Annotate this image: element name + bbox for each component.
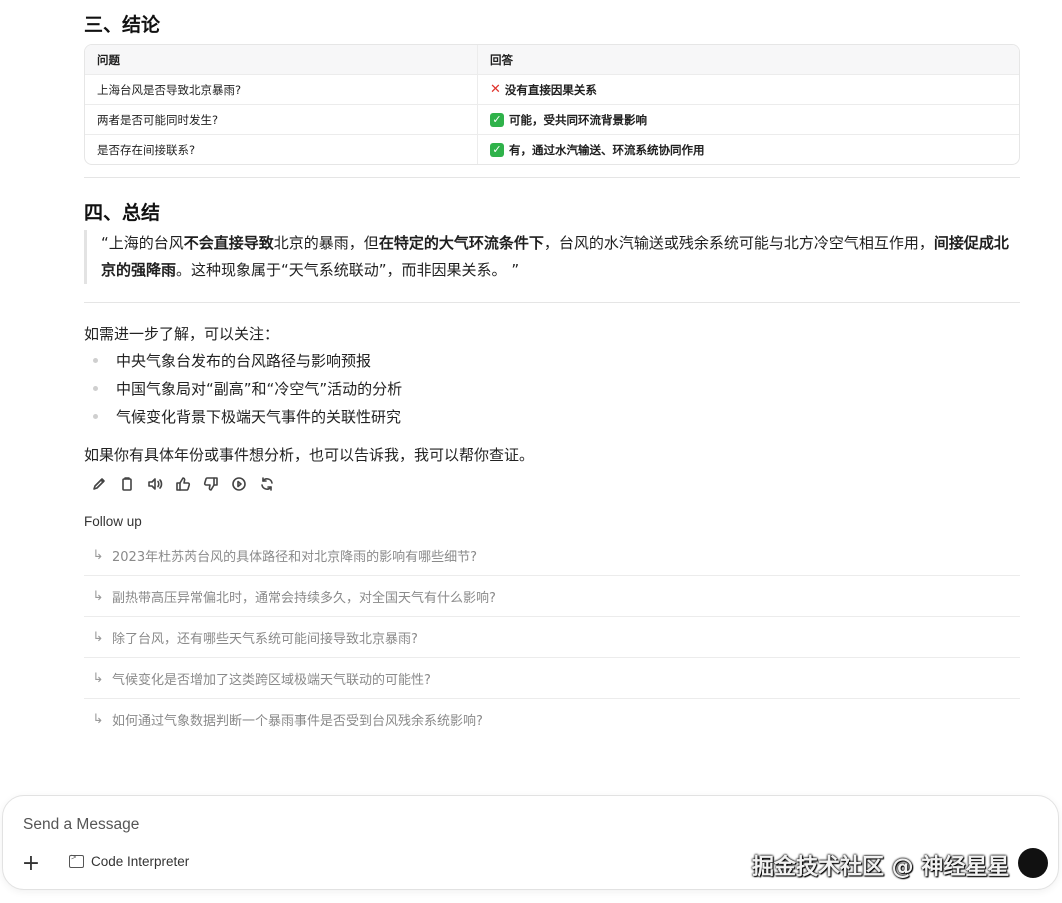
quote-bold-text: 不会直接导致 xyxy=(183,234,274,252)
list-item: 中央气象台发布的台风路径与影响预报 xyxy=(84,350,402,378)
thumbs-down-icon[interactable] xyxy=(200,473,222,495)
conclusion-table: 问题 回答 上海台风是否导致北京暴雨? ✕ 没有直接因果关系 两者是否可能同时发… xyxy=(84,44,1020,165)
table-cell-question: 是否存在间接联系? xyxy=(85,135,478,164)
summary-blockquote: “上海的台风不会直接导致北京的暴雨，但在特定的大气环流条件下，台风的水汽输送或残… xyxy=(84,230,1014,284)
cross-mark-icon: ✕ xyxy=(490,82,501,97)
table-cell-answer: ✓ 可能，受共同环流背景影响 xyxy=(478,105,1019,134)
quote-bold-text: 在特定的大气环流条件下 xyxy=(378,234,544,252)
read-aloud-icon[interactable] xyxy=(144,473,166,495)
return-arrow-icon: ↳ xyxy=(92,711,104,727)
table-row: 是否存在间接联系? ✓ 有，通过水汽输送、环流系统协同作用 xyxy=(85,135,1019,164)
section-title-summary: 四、总结 xyxy=(84,202,161,224)
followup-item[interactable]: ↳ 如何通过气象数据判断一个暴雨事件是否受到台风残余系统影响? xyxy=(84,699,1020,739)
code-interpreter-button[interactable]: Code Interpreter xyxy=(69,852,190,869)
table-header-row: 问题 回答 xyxy=(85,45,1019,75)
send-button[interactable] xyxy=(1018,848,1048,878)
return-arrow-icon: ↳ xyxy=(92,629,104,645)
table-cell-answer: ✓ 有，通过水汽输送、环流系统协同作用 xyxy=(478,135,1019,164)
section-title-conclusion: 三、结论 xyxy=(84,14,161,36)
answer-text: 可能，受共同环流背景影响 xyxy=(509,112,647,127)
table-cell-answer: ✕ 没有直接因果关系 xyxy=(478,75,1019,104)
edit-icon[interactable] xyxy=(88,473,110,495)
followup-text: 副热带高压异常偏北时，通常会持续多久，对全国天气有什么影响? xyxy=(112,590,496,606)
copy-icon[interactable] xyxy=(116,473,138,495)
followup-item[interactable]: ↳ 2023年杜苏芮台风的具体路径和对北京降雨的影响有哪些细节? xyxy=(84,535,1020,576)
regenerate-icon[interactable] xyxy=(256,473,278,495)
watermark: 掘金技术社区 @ 神经星星 xyxy=(752,855,1010,880)
message-input[interactable] xyxy=(21,812,925,838)
return-arrow-icon: ↳ xyxy=(92,588,104,604)
table-cell-question: 上海台风是否导致北京暴雨? xyxy=(85,75,478,104)
quote-text: 。这种现象属于“天气系统联动”，而非因果关系。 ” xyxy=(176,261,520,279)
answer-text: 没有直接因果关系 xyxy=(504,82,597,97)
return-arrow-icon: ↳ xyxy=(92,670,104,686)
message-actions xyxy=(88,473,278,495)
check-mark-icon: ✓ xyxy=(490,142,504,157)
list-item: 中国气象局对“副高”和“冷空气”活动的分析 xyxy=(84,378,402,406)
table-header-question: 问题 xyxy=(85,45,478,74)
return-arrow-icon: ↳ xyxy=(92,547,104,563)
followup-list: ↳ 2023年杜苏芮台风的具体路径和对北京降雨的影响有哪些细节? ↳ 副热带高压… xyxy=(84,535,1020,739)
followup-text: 2023年杜苏芮台风的具体路径和对北京降雨的影响有哪些细节? xyxy=(112,549,477,565)
followup-item[interactable]: ↳ 气候变化是否增加了这类跨区域极端天气联动的可能性? xyxy=(84,658,1020,699)
bullet-list: 中央气象台发布的台风路径与影响预报 中国气象局对“副高”和“冷空气”活动的分析 … xyxy=(84,350,402,434)
thumbs-up-icon[interactable] xyxy=(172,473,194,495)
table-row: 两者是否可能同时发生? ✓ 可能，受共同环流背景影响 xyxy=(85,105,1019,135)
terminal-icon xyxy=(69,852,84,868)
divider xyxy=(84,302,1020,303)
followup-text: 气候变化是否增加了这类跨区域极端天气联动的可能性? xyxy=(112,672,431,688)
continue-icon[interactable] xyxy=(228,473,250,495)
check-mark-icon: ✓ xyxy=(490,112,504,127)
table-row: 上海台风是否导致北京暴雨? ✕ 没有直接因果关系 xyxy=(85,75,1019,105)
outro-text: 如果你有具体年份或事件想分析，也可以告诉我，我可以帮你查证。 xyxy=(84,446,535,464)
followup-text: 除了台风，还有哪些天气系统可能间接导致北京暴雨? xyxy=(112,631,418,647)
followup-text: 如何通过气象数据判断一个暴雨事件是否受到台风残余系统影响? xyxy=(112,713,483,729)
list-item: 气候变化背景下极端天气事件的关联性研究 xyxy=(84,406,402,434)
table-cell-question: 两者是否可能同时发生? xyxy=(85,105,478,134)
code-interpreter-label: Code Interpreter xyxy=(91,854,190,869)
intro-text: 如需进一步了解，可以关注： xyxy=(84,325,280,343)
quote-text: ，台风的水汽输送或残余系统可能与北方冷空气相互作用， xyxy=(543,234,934,252)
followup-label: Follow up xyxy=(84,514,142,529)
divider xyxy=(84,177,1020,178)
followup-item[interactable]: ↳ 副热带高压异常偏北时，通常会持续多久，对全国天气有什么影响? xyxy=(84,576,1020,617)
quote-text: “上海的台风 xyxy=(101,234,184,252)
followup-item[interactable]: ↳ 除了台风，还有哪些天气系统可能间接导致北京暴雨? xyxy=(84,617,1020,658)
table-header-answer: 回答 xyxy=(490,52,513,67)
quote-text: 北京的暴雨，但 xyxy=(273,234,379,252)
answer-text: 有，通过水汽输送、环流系统协同作用 xyxy=(509,142,705,157)
add-attachment-button[interactable]: + xyxy=(20,853,42,875)
